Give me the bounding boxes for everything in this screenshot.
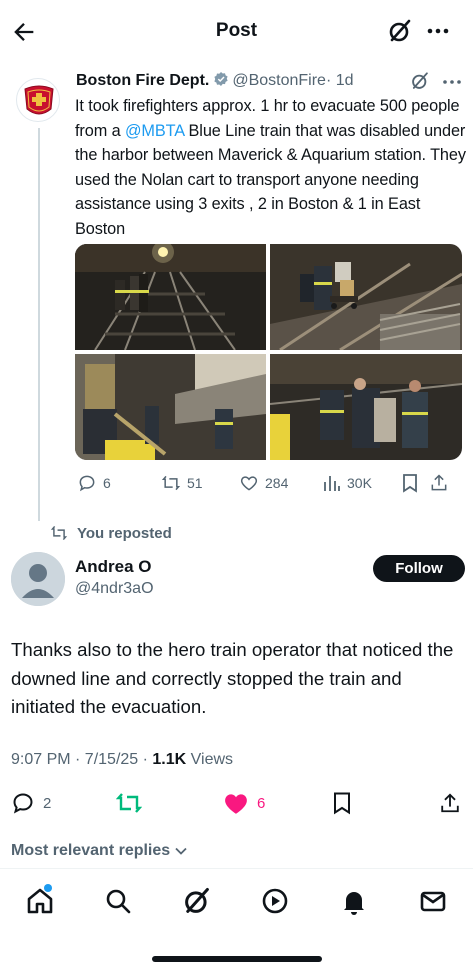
heart-icon (240, 476, 258, 491)
share-button[interactable] (439, 788, 461, 818)
media-photo[interactable] (75, 354, 266, 460)
nav-search[interactable] (103, 886, 133, 916)
grok-button[interactable] (387, 18, 413, 44)
views-count: 30K (347, 475, 372, 491)
verified-badge-icon (214, 72, 228, 86)
reply-icon (79, 475, 95, 492)
search-icon (106, 889, 131, 914)
reply-count: 6 (103, 475, 111, 491)
author-name[interactable]: Boston Fire Dept. (76, 72, 209, 89)
like-button[interactable]: 6 (223, 788, 265, 818)
grok-button[interactable] (410, 71, 430, 91)
share-button[interactable] (429, 470, 449, 496)
bookmark-icon (334, 792, 350, 815)
media-photo[interactable] (75, 244, 266, 350)
notification-dot (44, 884, 52, 892)
like-button[interactable]: 284 (239, 470, 288, 496)
share-icon (441, 793, 459, 813)
post-text: Thanks also to the hero train operator t… (11, 639, 454, 718)
repost-icon (116, 793, 142, 813)
nav-grok[interactable] (182, 886, 212, 916)
default-avatar-icon (11, 552, 65, 606)
bookmark-button[interactable] (401, 470, 419, 496)
grok-icon (389, 19, 411, 42)
tunnel-photo (75, 244, 266, 350)
repost-indicator: You reposted (50, 522, 172, 544)
grok-icon (185, 887, 209, 913)
author-name[interactable]: Andrea O (75, 557, 152, 577)
nav-home[interactable] (25, 884, 55, 916)
like-count: 6 (257, 794, 266, 812)
media-photo[interactable] (270, 244, 462, 350)
notifications-icon (344, 892, 364, 915)
bookmark-button[interactable] (331, 788, 353, 818)
more-horizontal-icon (443, 80, 461, 84)
more-horizontal-icon (427, 28, 449, 34)
author-handle[interactable]: @4ndr3aO (75, 580, 154, 598)
post-meta: 9:07 PM · 7/15/25 · 1.1K Views (11, 751, 233, 769)
nav-video[interactable] (260, 886, 290, 916)
thread-line (38, 128, 40, 521)
repost-label: You reposted (77, 524, 172, 542)
views-label: Views (186, 751, 234, 768)
home-indicator (152, 956, 322, 962)
reply-count: 2 (43, 794, 52, 812)
reply-icon (13, 793, 33, 814)
media-grid (75, 244, 462, 460)
post-timestamp: 9:07 PM · 7/15/25 · (11, 751, 153, 768)
replies-sort-label: Most relevant replies (11, 842, 171, 859)
bookmark-icon (403, 474, 417, 493)
reply-button[interactable]: 2 (11, 788, 51, 818)
repost-count: 51 (187, 475, 203, 491)
views-count: 1.1K (152, 751, 187, 768)
views-button[interactable]: 30K (323, 470, 372, 496)
repost-button[interactable] (116, 788, 150, 818)
reply-button[interactable]: 6 (77, 470, 111, 496)
video-icon (262, 888, 288, 914)
nav-messages[interactable] (418, 886, 448, 916)
share-icon (431, 474, 447, 491)
post-time: · 1d (325, 72, 354, 89)
post-more-button[interactable] (440, 73, 464, 91)
follow-button[interactable]: Follow (373, 555, 465, 582)
repost-icon (50, 525, 68, 541)
more-options-button[interactable] (424, 18, 452, 44)
cart-photo (270, 244, 462, 350)
quoted-post-actions: 6 51 284 30K (75, 470, 467, 496)
messages-icon (420, 891, 446, 912)
media-photo[interactable] (270, 354, 462, 460)
stairs-photo (75, 354, 266, 460)
mention-link[interactable]: @MBTA (125, 122, 184, 140)
like-count: 284 (265, 475, 289, 491)
chevron-down-icon (175, 847, 187, 855)
repost-icon (161, 475, 181, 491)
repost-button[interactable]: 51 (161, 470, 203, 496)
analytics-icon (324, 476, 340, 491)
post-actions: 2 6 (0, 788, 473, 818)
quoted-post-header: Boston Fire Dept. @BostonFire· 1d (76, 71, 466, 93)
boston-fire-logo (24, 85, 54, 115)
grok-icon (412, 72, 428, 89)
heart-filled-icon (225, 794, 247, 814)
author-handle[interactable]: @BostonFire (232, 72, 326, 89)
nav-notifications[interactable] (339, 886, 369, 916)
quoted-post-text: It took firefighters approx. 1 hr to eva… (75, 94, 467, 242)
assist-photo (270, 354, 462, 460)
replies-sort-dropdown[interactable]: Most relevant replies (11, 842, 188, 860)
avatar[interactable] (11, 552, 65, 606)
avatar[interactable] (16, 78, 60, 122)
